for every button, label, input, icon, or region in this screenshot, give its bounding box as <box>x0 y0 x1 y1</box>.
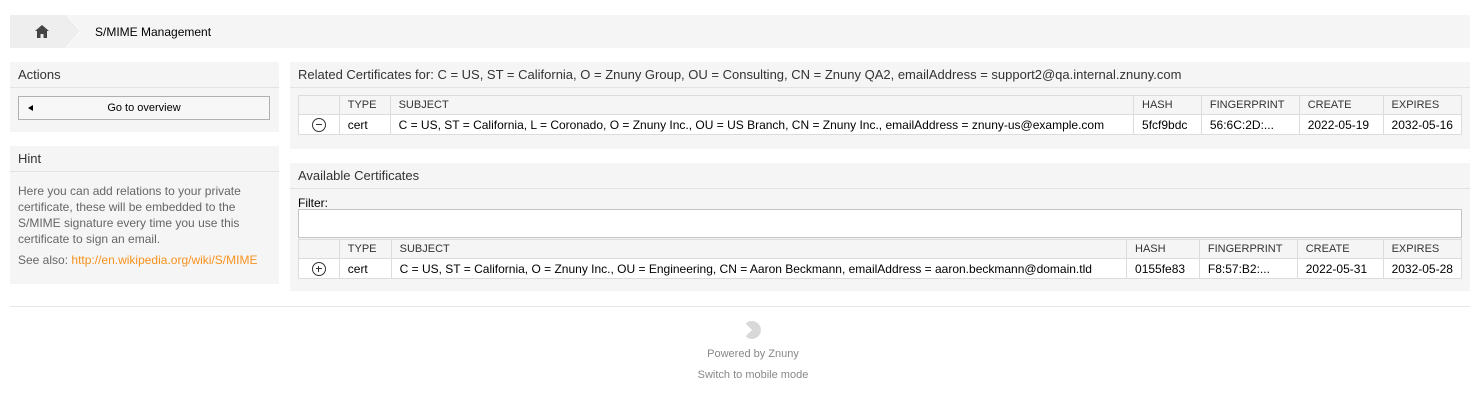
powered-by-text: Powered by Znuny <box>707 348 799 360</box>
go-to-overview-button[interactable]: Go to overview <box>18 96 270 120</box>
column-header-hash: HASH <box>1126 239 1200 259</box>
breadcrumb-home[interactable] <box>10 15 66 48</box>
column-header-expires: EXPIRES <box>1382 95 1463 115</box>
column-header-type: TYPE <box>338 239 392 259</box>
hint-text: Here you can add relations to your priva… <box>18 184 241 246</box>
cell-expires: 2032-05-28 <box>1382 258 1463 279</box>
cell-action <box>298 114 340 135</box>
table-row: cert C = US, ST = California, L = Corona… <box>298 114 1463 135</box>
cell-type: cert <box>338 258 392 279</box>
hint-header: Hint <box>10 146 279 172</box>
filter-label: Filter: <box>298 196 328 210</box>
cell-fingerprint: 56:6C:2D:... <box>1200 114 1300 135</box>
table-header-row: TYPE SUBJECT HASH FINGERPRINT CREATE EXP… <box>298 95 1463 115</box>
related-certificates-title: Related Certificates for: C = US, ST = C… <box>290 62 1470 88</box>
related-certificates-table: TYPE SUBJECT HASH FINGERPRINT CREATE EXP… <box>298 95 1463 135</box>
available-certificates-panel: Available Certificates Filter: TYPE SUBJ… <box>290 163 1470 291</box>
cell-action <box>298 258 340 279</box>
cell-hash: 0155fe83 <box>1126 258 1200 279</box>
cell-subject: C = US, ST = California, O = Znuny Inc.,… <box>390 258 1128 279</box>
caret-left-icon <box>28 105 33 111</box>
cell-fingerprint: F8:57:B2:... <box>1198 258 1298 279</box>
home-icon <box>35 25 49 38</box>
table-row: cert C = US, ST = California, O = Znuny … <box>298 258 1463 279</box>
znuny-logo-icon <box>745 320 761 339</box>
actions-widget: Actions Go to overview <box>10 62 279 132</box>
column-header-fingerprint: FINGERPRINT <box>1200 95 1300 115</box>
column-header-type: TYPE <box>338 95 391 115</box>
footer-divider <box>10 306 1470 307</box>
actions-header: Actions <box>10 62 279 88</box>
wikipedia-smime-link[interactable]: http://en.wikipedia.org/wiki/S/MIME <box>71 253 257 267</box>
column-header-create: CREATE <box>1296 239 1384 259</box>
breadcrumb-arrow <box>66 15 80 47</box>
related-certificates-panel: Related Certificates for: C = US, ST = C… <box>290 62 1470 149</box>
cell-create: 2022-05-19 <box>1298 114 1384 135</box>
available-certificates-table: TYPE SUBJECT HASH FINGERPRINT CREATE EXP… <box>298 239 1463 279</box>
column-header-action <box>298 95 340 115</box>
breadcrumb-current: S/MIME Management <box>95 25 212 39</box>
column-header-subject: SUBJECT <box>389 95 1135 115</box>
go-to-overview-label: Go to overview <box>107 102 181 114</box>
cell-expires: 2032-05-16 <box>1382 114 1463 135</box>
column-header-hash: HASH <box>1133 95 1202 115</box>
available-certificates-title: Available Certificates <box>290 163 1470 189</box>
hint-widget: Hint Here you can add relations to your … <box>10 146 279 284</box>
hint-see-also: See also: http://en.wikipedia.org/wiki/S… <box>18 252 271 268</box>
breadcrumb: S/MIME Management <box>10 15 1470 48</box>
minus-circle-icon[interactable] <box>311 117 326 132</box>
column-header-fingerprint: FINGERPRINT <box>1198 239 1298 259</box>
switch-to-mobile-link[interactable]: Switch to mobile mode <box>0 369 1471 381</box>
column-header-expires: EXPIRES <box>1382 239 1463 259</box>
table-header-row: TYPE SUBJECT HASH FINGERPRINT CREATE EXP… <box>298 239 1463 259</box>
filter-input[interactable] <box>298 209 1462 238</box>
plus-circle-icon[interactable] <box>311 261 326 276</box>
column-header-create: CREATE <box>1298 95 1384 115</box>
cell-type: cert <box>338 114 391 135</box>
cell-hash: 5fcf9bdc <box>1133 114 1202 135</box>
column-header-subject: SUBJECT <box>390 239 1128 259</box>
cell-create: 2022-05-31 <box>1296 258 1384 279</box>
see-also-label: See also: <box>18 253 69 267</box>
column-header-action <box>298 239 340 259</box>
cell-subject: C = US, ST = California, L = Coronado, O… <box>389 114 1135 135</box>
